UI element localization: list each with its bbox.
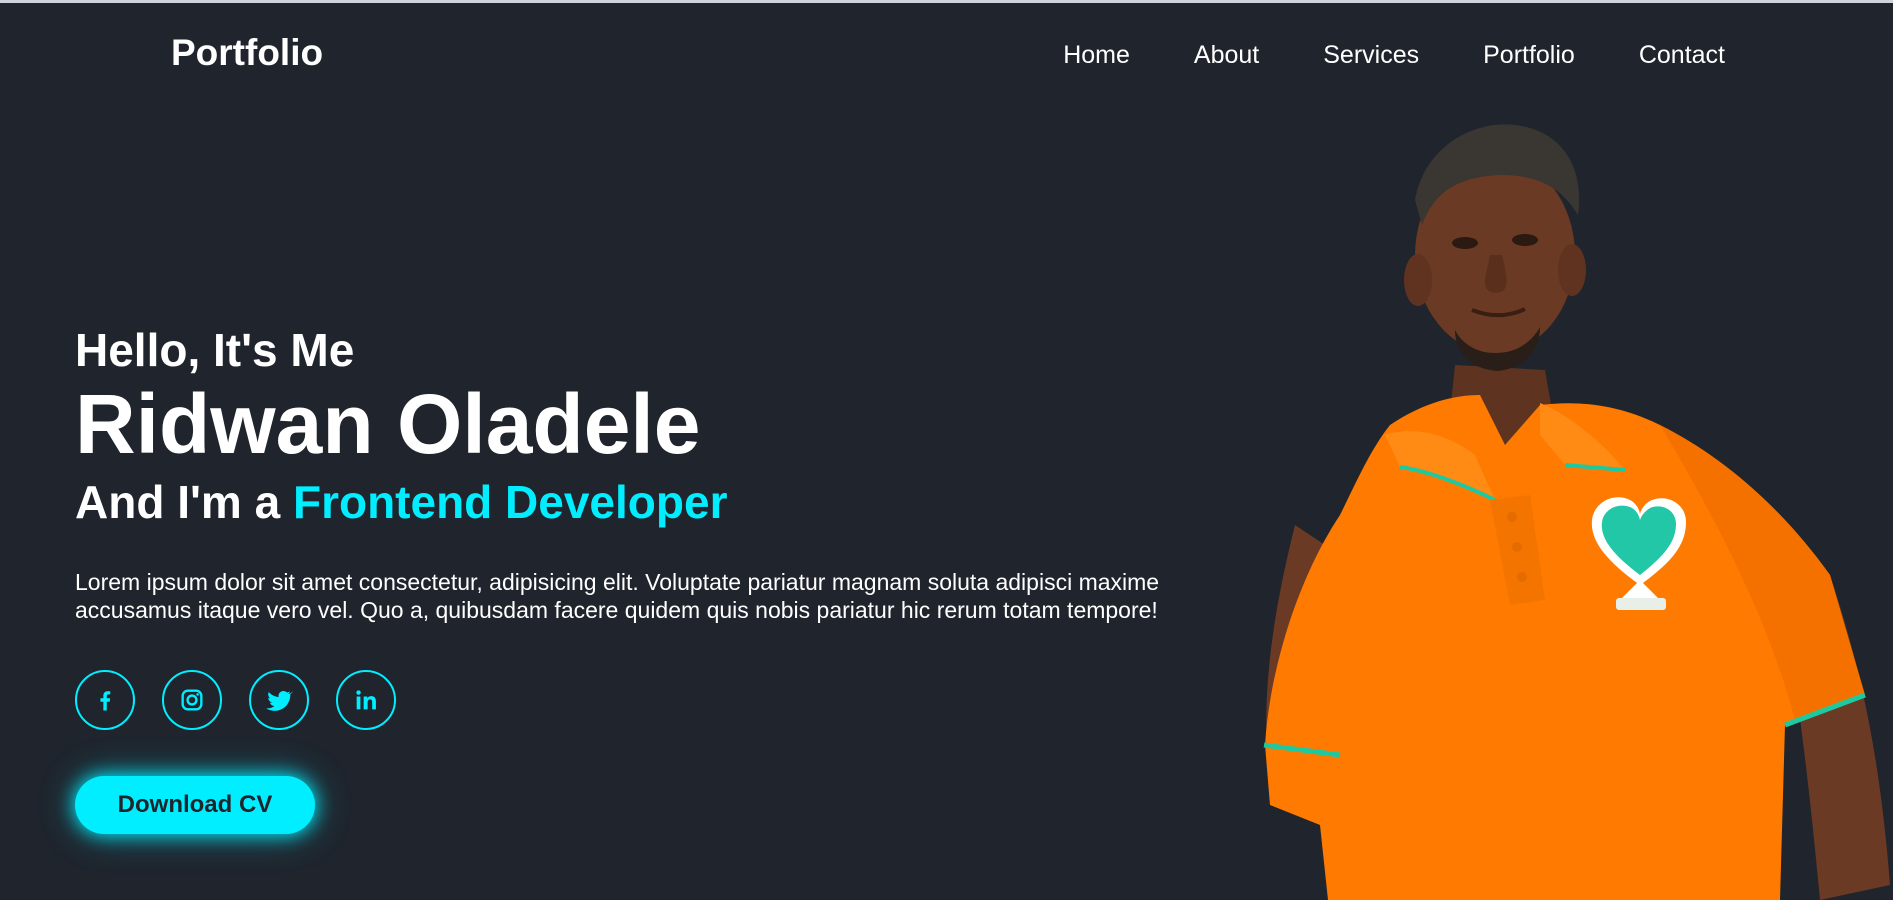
twitter-icon	[265, 690, 293, 711]
role-title: Frontend Developer	[292, 476, 728, 528]
hero-content: Hello, It's Me Ridwan Oladele And I'm a …	[75, 318, 1255, 834]
role-line: And I'm a Frontend Developer	[75, 470, 1255, 534]
instagram-link[interactable]	[162, 670, 222, 730]
role-prefix: And I'm a	[75, 476, 281, 528]
greeting: Hello, It's Me	[75, 324, 355, 376]
nav-contact[interactable]: Contact	[1639, 39, 1725, 71]
twitter-link[interactable]	[249, 670, 309, 730]
logo[interactable]: Portfolio	[171, 31, 323, 75]
linkedin-icon	[356, 690, 376, 710]
nav-portfolio[interactable]: Portfolio	[1483, 39, 1575, 71]
facebook-link[interactable]	[75, 670, 135, 730]
hero-description: Lorem ipsum dolor sit amet consectetur, …	[75, 569, 1160, 623]
social-links	[75, 670, 1255, 730]
instagram-icon	[181, 689, 203, 711]
hero-name: Ridwan Oladele	[75, 377, 701, 471]
nav-services[interactable]: Services	[1323, 39, 1419, 71]
profile-photo	[1263, 124, 1890, 900]
download-cv-button[interactable]: Download CV	[75, 776, 315, 834]
linkedin-link[interactable]	[336, 670, 396, 730]
nav-home[interactable]: Home	[1063, 39, 1130, 71]
site-header: Portfolio Home About Services Portfolio …	[0, 3, 1893, 103]
main-nav: Home About Services Portfolio Contact	[999, 39, 1725, 71]
nav-about[interactable]: About	[1194, 39, 1259, 71]
facebook-icon	[100, 691, 111, 711]
